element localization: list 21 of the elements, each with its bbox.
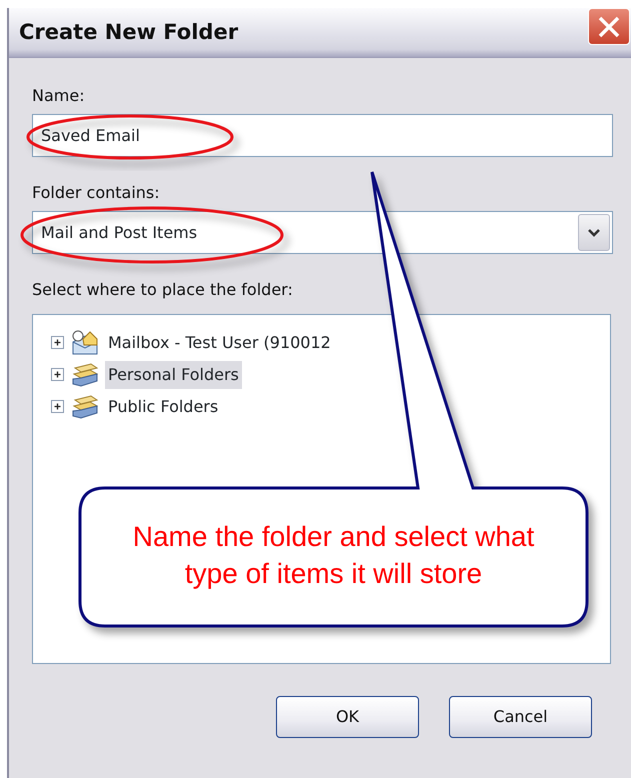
tree-item[interactable]: Personal Folders [105,361,242,389]
field-label: Folder contains: [32,182,161,204]
folder-stack-icon [71,362,99,388]
name-field[interactable]: Saved Email [32,114,613,157]
close-button[interactable] [588,8,630,45]
dropdown-button[interactable] [578,214,610,251]
window-title: Create New Folder [19,18,238,46]
folder-stack-icon [71,394,99,420]
tree-item[interactable]: Mailbox - Test User (910012 [105,329,334,357]
dialog-button[interactable]: Cancel [449,696,592,738]
callout-text: Name the folder and select what type of items it will store [132,520,536,591]
expand-icon[interactable] [51,336,65,350]
expand-icon[interactable] [51,368,65,382]
tree-item[interactable]: Public Folders [105,393,222,421]
tree-label: Select where to place the folder: [32,279,294,301]
chevron-down-icon [587,228,601,238]
folder-type-dropdown[interactable]: Mail and Post Items [32,211,613,254]
expand-icon[interactable] [51,400,65,414]
mailbox-icon [71,330,99,356]
dialog-button[interactable]: OK [276,696,419,738]
field-label: Name: [32,85,86,107]
